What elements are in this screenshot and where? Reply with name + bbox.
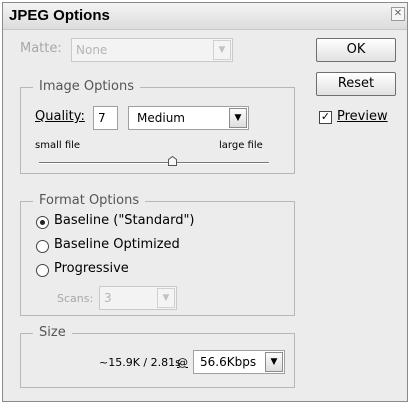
chevron-down-icon: ▼	[229, 108, 247, 128]
chevron-down-icon: ▼	[157, 288, 175, 308]
size-legend: Size	[33, 325, 72, 340]
close-icon[interactable]: ✕	[391, 7, 405, 21]
slider-min-label: small file	[35, 140, 81, 151]
radio-baseline-optimized[interactable]	[36, 240, 49, 253]
quality-slider-track[interactable]	[39, 162, 269, 164]
image-options-group: Image Options Quality: 7 Medium ▼ small …	[20, 79, 295, 174]
reset-button[interactable]: Reset	[316, 72, 396, 96]
chevron-down-icon: ▼	[213, 40, 231, 60]
format-options-group: Format Options Baseline ("Standard") Bas…	[20, 193, 295, 316]
title-bar[interactable]: JPEG Options ✕	[3, 3, 407, 30]
matte-value: None	[76, 43, 108, 57]
quality-preset-value: Medium	[137, 111, 185, 125]
quality-label-text: Quality:	[35, 109, 85, 124]
at-symbol: @	[177, 356, 188, 369]
quality-preset-select[interactable]: Medium ▼	[128, 106, 249, 130]
quality-input[interactable]: 7	[93, 106, 118, 130]
radio-progressive[interactable]	[36, 264, 49, 277]
size-estimate: ~15.9K / 2.81s	[99, 356, 181, 369]
progressive-label[interactable]: Progressive	[54, 261, 129, 276]
ok-button[interactable]: OK	[316, 38, 396, 62]
size-group: Size ~15.9K / 2.81s @ 56.6Kbps ▼	[20, 325, 295, 388]
format-options-legend: Format Options	[33, 193, 146, 208]
slider-max-label: large file	[219, 140, 263, 151]
scans-select[interactable]: 3 ▼	[99, 286, 177, 310]
connection-speed-select[interactable]: 56.6Kbps ▼	[193, 350, 285, 374]
scans-label: Scans:	[57, 292, 94, 305]
dialog-title: JPEG Options	[9, 7, 110, 24]
connection-speed-value: 56.6Kbps	[200, 355, 257, 369]
at-symbol-text: @	[177, 356, 188, 369]
quality-label: Quality:	[35, 109, 85, 124]
preview-label-text: Preview	[337, 109, 388, 124]
baseline-optimized-label[interactable]: Baseline Optimized	[54, 237, 180, 252]
scans-value: 3	[104, 291, 112, 305]
preview-checkbox[interactable]: ✓	[319, 111, 332, 124]
chevron-down-icon: ▼	[265, 352, 283, 372]
quality-slider-thumb[interactable]	[168, 156, 178, 166]
baseline-standard-label[interactable]: Baseline ("Standard")	[54, 213, 195, 228]
matte-label: Matte:	[20, 41, 62, 56]
image-options-legend: Image Options	[33, 79, 141, 94]
preview-label[interactable]: Preview	[337, 109, 388, 124]
matte-select[interactable]: None ▼	[71, 38, 233, 62]
radio-baseline-standard[interactable]	[36, 216, 49, 229]
jpeg-options-dialog: JPEG Options ✕ Matte: None ▼ OK Reset ✓ …	[2, 2, 408, 402]
